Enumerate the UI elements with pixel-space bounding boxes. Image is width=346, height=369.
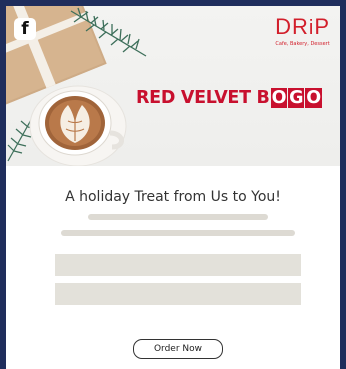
order-now-button[interactable]: Order Now bbox=[133, 339, 223, 359]
placeholder-block-2 bbox=[55, 283, 301, 305]
promo-box-letter-2: G bbox=[288, 88, 305, 108]
promo-box-letter-1: O bbox=[270, 88, 288, 108]
placeholder-block-1 bbox=[55, 254, 301, 276]
logo-prefix: DR bbox=[275, 14, 309, 39]
logo-tagline: Cafe, Bakery, Dessert bbox=[275, 41, 330, 47]
promo-title: RED VELVET B O G O bbox=[136, 88, 322, 108]
order-now-label: Order Now bbox=[153, 344, 203, 354]
latte-cup-image bbox=[29, 85, 127, 166]
placeholder-line-1 bbox=[88, 214, 268, 220]
logo-wordmark: DRiP bbox=[275, 14, 330, 40]
brand-logo: DRiP Cafe, Bakery, Dessert bbox=[275, 14, 330, 48]
headline: A holiday Treat from Us to You! bbox=[65, 189, 281, 205]
hero-banner: f DRiP Cafe, Bakery, Dessert RED VELVET … bbox=[6, 6, 340, 166]
facebook-glyph: f bbox=[21, 19, 29, 39]
placeholder-line-2 bbox=[61, 230, 295, 236]
promo-box-letter-3: O bbox=[305, 88, 322, 108]
logo-suffix: P bbox=[314, 14, 330, 39]
facebook-icon[interactable]: f bbox=[14, 18, 36, 40]
email-card: f DRiP Cafe, Bakery, Dessert RED VELVET … bbox=[6, 6, 340, 369]
promo-text: RED VELVET B bbox=[136, 88, 270, 108]
pine-sprig-top bbox=[70, 7, 147, 57]
